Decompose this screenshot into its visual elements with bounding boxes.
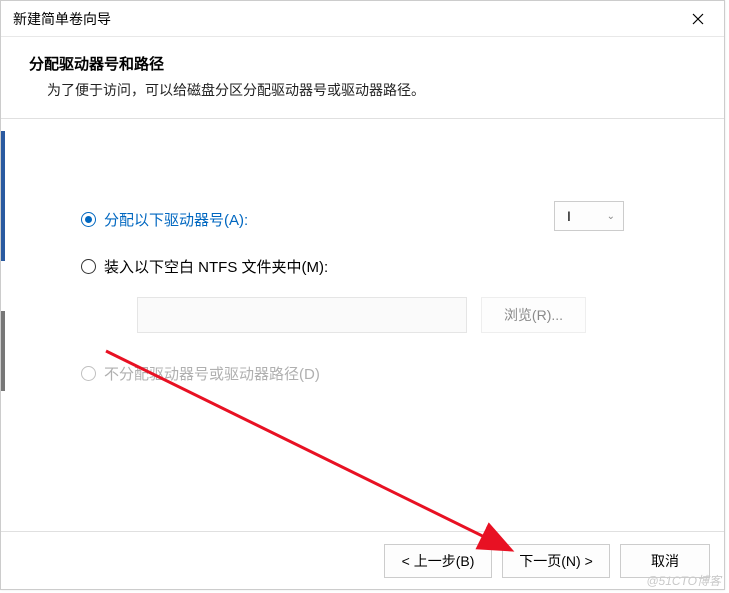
radio-no-assign [81, 366, 96, 381]
mount-path-input [137, 297, 467, 333]
close-button[interactable] [680, 5, 716, 33]
option-mount-folder[interactable]: 装入以下空白 NTFS 文件夹中(M): [81, 256, 664, 277]
wizard-content: 分配以下驱动器号(A): I ⌄ 装入以下空白 NTFS 文件夹中(M): 浏览… [1, 119, 724, 430]
decorative-edge [1, 311, 5, 391]
radio-mount-folder[interactable] [81, 259, 96, 274]
radio-assign-letter[interactable] [81, 212, 96, 227]
drive-letter-select[interactable]: I ⌄ [554, 201, 624, 231]
chevron-down-icon: ⌄ [607, 211, 615, 222]
next-button[interactable]: 下一页(N) > [502, 544, 610, 578]
wizard-footer: < 上一步(B) 下一页(N) > 取消 [1, 531, 724, 589]
titlebar: 新建简单卷向导 [1, 1, 724, 37]
mount-path-row: 浏览(R)... [137, 297, 664, 333]
wizard-window: 新建简单卷向导 分配驱动器号和路径 为了便于访问，可以给磁盘分区分配驱动器号或驱… [0, 0, 725, 590]
page-subtitle: 为了便于访问，可以给磁盘分区分配驱动器号或驱动器路径。 [29, 80, 696, 100]
watermark: @51CTO博客 [646, 572, 721, 589]
assign-letter-label: 分配以下驱动器号(A): [104, 209, 248, 230]
wizard-header: 分配驱动器号和路径 为了便于访问，可以给磁盘分区分配驱动器号或驱动器路径。 [1, 37, 724, 119]
close-icon [692, 13, 704, 25]
decorative-edge [1, 131, 5, 261]
option-no-assign: 不分配驱动器号或驱动器路径(D) [81, 363, 664, 384]
mount-folder-label: 装入以下空白 NTFS 文件夹中(M): [104, 256, 328, 277]
no-assign-label: 不分配驱动器号或驱动器路径(D) [104, 363, 320, 384]
window-title: 新建简单卷向导 [13, 9, 111, 29]
page-title: 分配驱动器号和路径 [29, 53, 696, 74]
back-button[interactable]: < 上一步(B) [384, 544, 492, 578]
drive-letter-value: I [567, 208, 571, 224]
browse-button: 浏览(R)... [481, 297, 586, 333]
